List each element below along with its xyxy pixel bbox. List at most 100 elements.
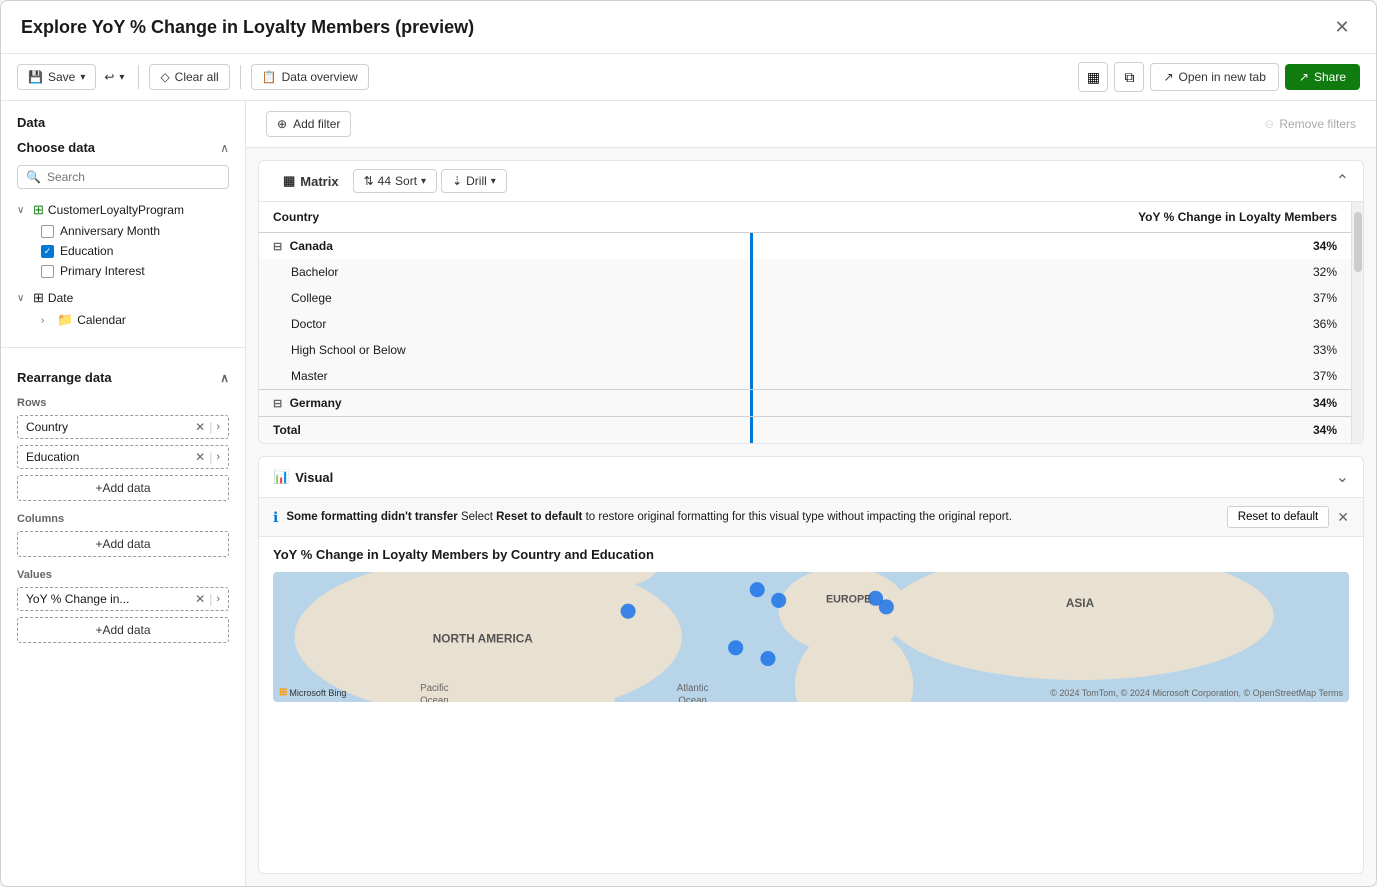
visual-expand-button[interactable]: ⌄ xyxy=(1336,467,1349,487)
table-row: Doctor 36% xyxy=(259,311,1351,337)
svg-text:Ocean: Ocean xyxy=(678,696,707,702)
data-overview-button[interactable]: 📋 Data overview xyxy=(251,64,369,90)
sort-button[interactable]: ⇅ 44 Sort ▾ xyxy=(353,169,437,193)
split-icon: ⧉ xyxy=(1124,69,1134,86)
share-button[interactable]: ↗ Share xyxy=(1285,64,1360,90)
expand-icon[interactable]: ⊟ xyxy=(273,398,282,410)
undo-button[interactable]: ↩ ▾ xyxy=(100,65,128,89)
row-value: 37% xyxy=(750,285,1351,311)
matrix-header-row: Country YoY % Change in Loyalty Members xyxy=(259,202,1351,233)
anniversary-checkbox[interactable] xyxy=(41,225,54,238)
sidebar-divider xyxy=(1,347,245,348)
education-chip: Education ✕ | › xyxy=(17,445,229,469)
save-dropdown-icon: ▾ xyxy=(80,72,85,83)
choose-data-title: Choose data xyxy=(17,140,95,155)
education-chip-expand[interactable]: › xyxy=(216,451,220,463)
notice-close-button[interactable]: ✕ xyxy=(1337,509,1349,526)
primary-interest-checkbox[interactable] xyxy=(41,265,54,278)
row-value: 34% xyxy=(750,417,1351,444)
row-value: 34% xyxy=(750,390,1351,417)
visual-panel: 📊 Visual ⌄ ℹ Some formatting didn't tran… xyxy=(258,456,1364,874)
search-box[interactable]: 🔍 xyxy=(17,165,229,189)
table-icon: ⊞ xyxy=(33,202,44,218)
rows-label: Rows xyxy=(17,397,229,409)
data-section-header: Data xyxy=(17,115,229,130)
save-button[interactable]: 💾 Save ▾ xyxy=(17,64,96,90)
filter-bar: ⊕ Add filter ⊖ Remove filters xyxy=(246,101,1376,148)
yoy-chip-remove[interactable]: ✕ xyxy=(195,592,205,606)
matrix-scroll-area: Country YoY % Change in Loyalty Members … xyxy=(259,202,1363,443)
title-bar-left: Explore YoY % Change in Loyalty Members … xyxy=(21,17,474,38)
tree-toggle-date: ∨ xyxy=(17,293,29,304)
remove-filters-button[interactable]: ⊖ Remove filters xyxy=(1264,117,1356,131)
expand-icon[interactable]: ⊟ xyxy=(273,241,282,253)
row-value: 32% xyxy=(750,259,1351,285)
education-chip-actions: ✕ | › xyxy=(195,450,220,464)
svg-text:ASIA: ASIA xyxy=(1066,596,1095,610)
country-chip-actions: ✕ | › xyxy=(195,420,220,434)
add-filter-button[interactable]: ⊕ Add filter xyxy=(266,111,351,137)
visual-title: 📊 Visual xyxy=(273,469,333,485)
open-new-tab-button[interactable]: ↗ Open in new tab xyxy=(1150,63,1278,91)
svg-text:Ocean: Ocean xyxy=(420,696,449,702)
clear-label: Clear all xyxy=(175,70,219,84)
table-row: Bachelor 32% xyxy=(259,259,1351,285)
share-icon: ↗ xyxy=(1299,70,1309,84)
rearrange-title: Rearrange data ∧ xyxy=(17,370,229,385)
country-chip-remove[interactable]: ✕ xyxy=(195,420,205,434)
row-label: ⊟ Germany xyxy=(259,390,750,417)
svg-text:Atlantic: Atlantic xyxy=(677,683,709,694)
title-bar: Explore YoY % Change in Loyalty Members … xyxy=(1,1,1376,54)
chip-sep: | xyxy=(209,420,212,434)
matrix-scrollbar[interactable] xyxy=(1351,202,1363,443)
education-label: Education xyxy=(60,244,113,258)
content-area: ⊕ Add filter ⊖ Remove filters ▦ Matrix ⇅ xyxy=(246,101,1376,886)
svg-text:EUROPE: EUROPE xyxy=(826,594,871,606)
row-value: 37% xyxy=(750,363,1351,390)
rearrange-title-text: Rearrange data xyxy=(17,370,112,385)
clear-icon: ◇ xyxy=(160,70,169,84)
remove-filters-icon: ⊖ xyxy=(1264,117,1274,131)
clear-button[interactable]: ◇ Clear all xyxy=(149,64,229,90)
columns-add-data-button[interactable]: +Add data xyxy=(17,531,229,557)
drill-dropdown-icon: ▾ xyxy=(491,176,496,187)
values-add-data-button[interactable]: +Add data xyxy=(17,617,229,643)
split-icon-button[interactable]: ⧉ xyxy=(1114,62,1144,92)
table-row: Total 34% xyxy=(259,417,1351,444)
save-label: Save xyxy=(48,70,75,84)
rows-add-data-button[interactable]: +Add data xyxy=(17,475,229,501)
row-label: ⊟ Canada xyxy=(259,233,750,260)
tree-item-primary-interest[interactable]: Primary Interest xyxy=(41,261,229,281)
matrix-collapse-button[interactable]: ⌃ xyxy=(1336,171,1349,191)
yoy-chip-expand[interactable]: › xyxy=(216,593,220,605)
add-filter-label: Add filter xyxy=(293,117,340,131)
bing-credits: ⊞ Microsoft Bing xyxy=(279,687,346,698)
tree-item-anniversary[interactable]: Anniversary Month xyxy=(41,221,229,241)
open-tab-label: Open in new tab xyxy=(1179,70,1266,84)
row-label: Doctor xyxy=(259,311,750,337)
tree-item-date[interactable]: ∨ ⊞ Date xyxy=(17,287,229,309)
country-chip-expand[interactable]: › xyxy=(216,421,220,433)
matrix-type-button[interactable]: ▦ Matrix xyxy=(273,169,349,193)
education-chip-remove[interactable]: ✕ xyxy=(195,450,205,464)
tree-item-customer-loyalty[interactable]: ∨ ⊞ CustomerLoyaltyProgram xyxy=(17,199,229,221)
undo-dropdown-icon: ▾ xyxy=(119,72,124,83)
reset-default-button[interactable]: Reset to default xyxy=(1227,506,1330,528)
yoy-chip: YoY % Change in... ✕ | › xyxy=(17,587,229,611)
close-button[interactable]: ✕ xyxy=(1328,13,1356,41)
drill-button[interactable]: ⇣ Drill ▾ xyxy=(441,169,507,193)
tree-item-calendar[interactable]: › 📁 Calendar xyxy=(41,309,229,331)
country-chip: Country ✕ | › xyxy=(17,415,229,439)
map-container: NORTH AMERICA EUROPE ASIA Pacific Ocean … xyxy=(273,572,1349,702)
visual-title-text: Visual xyxy=(295,470,333,485)
tree-toggle-customer: ∨ xyxy=(17,205,29,216)
save-group: 💾 Save ▾ xyxy=(17,64,96,90)
tree-item-education[interactable]: ✓ Education xyxy=(41,241,229,261)
search-input[interactable] xyxy=(47,170,220,184)
row-value: 33% xyxy=(750,337,1351,363)
map-title: YoY % Change in Loyalty Members by Count… xyxy=(259,537,1363,572)
yoy-chip-actions: ✕ | › xyxy=(195,592,220,606)
grid-icon-button[interactable]: ▦ xyxy=(1078,62,1108,92)
choose-data-header: Choose data ∧ xyxy=(17,140,229,155)
education-checkbox[interactable]: ✓ xyxy=(41,245,54,258)
